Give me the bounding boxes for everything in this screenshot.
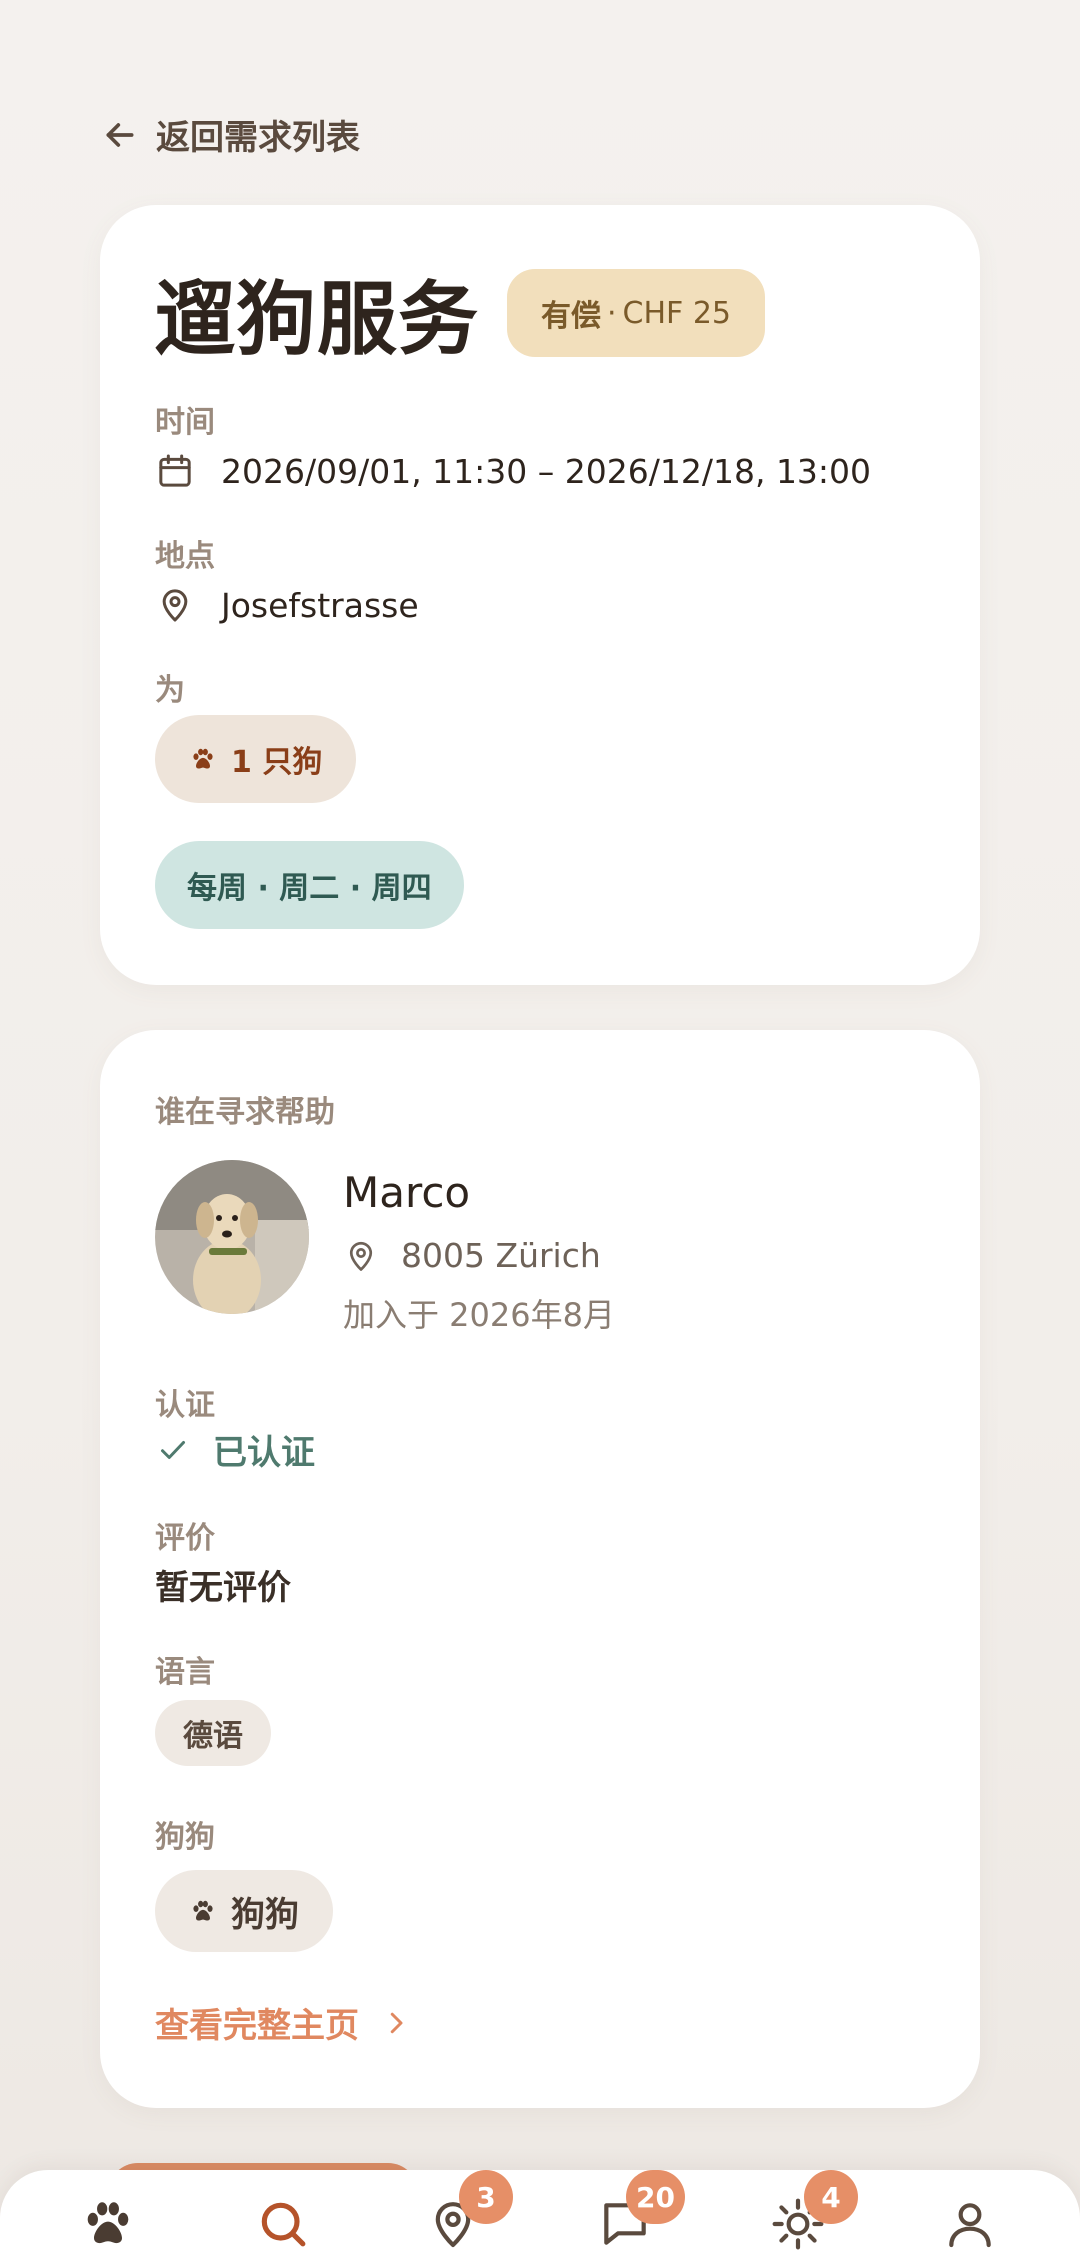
- profile-link-label: 查看完整主页: [155, 2006, 359, 2046]
- rating-value: 暂无评价: [155, 1568, 291, 1608]
- calendar-icon: [159, 454, 191, 487]
- dog-photo-icon: [155, 1160, 309, 1314]
- request-title: 遛狗服务: [155, 273, 479, 366]
- verified-text: 已认证: [213, 1433, 315, 1473]
- price-badge: 有偿 · CHF 25: [507, 269, 766, 357]
- map-pin-icon: [162, 589, 188, 622]
- requester-section-label: 谁在寻求帮助: [155, 1095, 335, 1130]
- paw-icon: [193, 748, 213, 769]
- map-pin-icon: [349, 1241, 373, 1271]
- dogs-label: 狗狗: [155, 1820, 215, 1855]
- user-joined: 加入于 2026年8月: [343, 1296, 615, 1334]
- arrow-left-icon: [106, 122, 134, 147]
- nav-search[interactable]: [253, 2194, 313, 2254]
- location-label: 地点: [155, 539, 215, 574]
- page: 返回需求列表 遛狗服务 有偿 · CHF 25 时间 2026/09/01, 1…: [0, 0, 1080, 2268]
- dog-chip[interactable]: 狗狗: [155, 1870, 333, 1952]
- nav-messages[interactable]: 20: [595, 2170, 685, 2254]
- profile-icon: [949, 2203, 991, 2248]
- nav-map-badge: 3: [459, 2170, 513, 2224]
- chevron-right-icon: [390, 2012, 403, 2033]
- frequency-text: 每周 · 周二 · 周四: [187, 871, 432, 906]
- paw-icon: [87, 2202, 129, 2244]
- for-label: 为: [155, 673, 185, 708]
- paw-icon: [193, 1900, 213, 1921]
- price-amount: CHF 25: [622, 295, 732, 331]
- verified-status: 已认证: [155, 1425, 315, 1474]
- nav-home[interactable]: [78, 2194, 138, 2254]
- dog-count-chip: 1 只狗: [155, 715, 357, 803]
- dog-count: 1 只狗: [231, 745, 323, 780]
- user-location: 8005 Zürich: [401, 1236, 601, 1275]
- location-row: Josefstrasse: [155, 585, 419, 625]
- time-value: 2026/09/01, 11:30 – 2026/12/18, 13:00: [221, 451, 872, 491]
- time-row: 2026/09/01, 11:30 – 2026/12/18, 13:00: [155, 451, 871, 491]
- location-value: Josefstrasse: [221, 585, 419, 625]
- languages-label: 语言: [155, 1655, 215, 1690]
- nav-messages-badge: 20: [626, 2170, 685, 2224]
- back-to-list-link[interactable]: 返回需求列表: [100, 110, 360, 159]
- bottom-nav: 3 20 4: [0, 2170, 1080, 2268]
- user-name: Marco: [343, 1168, 471, 1217]
- user-location-row: 8005 Zürich: [343, 1236, 601, 1275]
- language-chip: 德语: [155, 1700, 271, 1766]
- requester-card: 谁在寻求帮助 Marco 8005 Zürich 加入于 2026年8月 认证: [100, 1030, 980, 2108]
- rating-label: 评价: [155, 1521, 215, 1556]
- request-card: 遛狗服务 有偿 · CHF 25 时间 2026/09/01, 11:30 – …: [100, 205, 980, 985]
- back-link-label: 返回需求列表: [156, 118, 360, 158]
- avatar[interactable]: [155, 1160, 309, 1314]
- dog-name: 狗狗: [231, 1894, 299, 1935]
- verification-label: 认证: [155, 1388, 215, 1423]
- price-separator: ·: [607, 295, 617, 331]
- nav-profile[interactable]: [940, 2194, 1000, 2254]
- view-full-profile-link[interactable]: 查看完整主页: [155, 1998, 411, 2047]
- search-icon: [261, 2202, 306, 2247]
- time-label: 时间: [155, 405, 215, 440]
- frequency-chip: 每周 · 周二 · 周四: [155, 841, 464, 929]
- price-type: 有偿: [541, 299, 601, 334]
- nav-map[interactable]: 3: [423, 2170, 513, 2254]
- nav-activity-badge: 4: [804, 2170, 858, 2224]
- nav-activity[interactable]: 4: [768, 2170, 858, 2254]
- check-icon: [161, 1440, 185, 1459]
